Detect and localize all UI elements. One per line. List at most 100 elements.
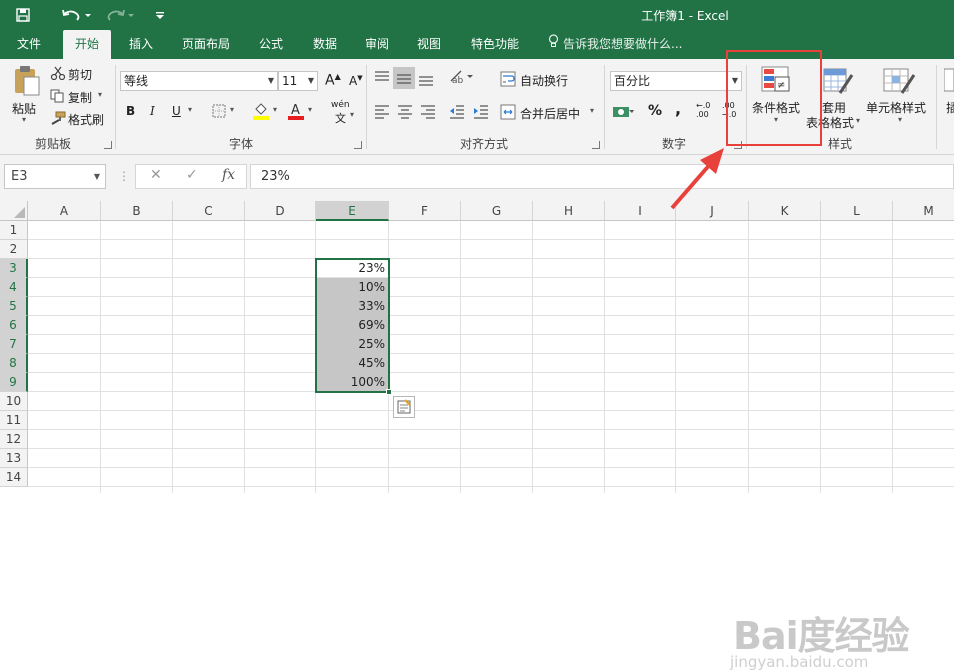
font-size-combo[interactable]: 11 ▼ [278, 71, 318, 91]
cut-button[interactable]: 剪切 [68, 66, 92, 83]
customize-qat-icon[interactable] [150, 6, 170, 24]
phonetic-dropdown-icon[interactable]: ▾ [350, 110, 354, 119]
tell-me-box[interactable]: 告诉我您想要做什么... [548, 30, 682, 59]
column-header[interactable]: D [245, 201, 316, 221]
font-color-dropdown-icon[interactable]: ▾ [308, 105, 312, 114]
percent-style-button[interactable]: % [648, 103, 662, 119]
worksheet-grid[interactable]: A B C D E F G H I J K L M 1 2 3 4 5 6 7 … [0, 201, 954, 671]
wrap-text-button[interactable]: 自动换行 [520, 72, 568, 89]
column-header[interactable]: J [676, 201, 749, 221]
cut-icon[interactable] [50, 66, 66, 83]
alignment-launcher-icon[interactable] [592, 141, 600, 149]
font-launcher-icon[interactable] [354, 141, 362, 149]
align-middle-icon[interactable] [393, 67, 415, 89]
borders-dropdown-icon[interactable]: ▾ [230, 105, 234, 114]
enter-icon[interactable]: ✓ [186, 167, 198, 183]
row-header-selected[interactable]: 3 [0, 259, 28, 278]
tab-insert[interactable]: 插入 [118, 30, 164, 59]
row-header-selected[interactable]: 9 [0, 373, 28, 392]
tab-formulas[interactable]: 公式 [248, 30, 294, 59]
align-right-icon[interactable] [419, 103, 437, 122]
merge-center-button[interactable]: 合并后居中 [520, 105, 580, 122]
row-header-selected[interactable]: 6 [0, 316, 28, 335]
column-header[interactable]: K [749, 201, 821, 221]
phonetic-guide-button[interactable]: wén [331, 100, 350, 110]
font-name-combo[interactable]: 等线 ▼ [120, 71, 278, 91]
undo-icon[interactable] [58, 6, 94, 24]
column-header[interactable]: A [28, 201, 101, 221]
italic-button[interactable]: I [150, 104, 155, 118]
chevron-down-icon[interactable]: ▼ [308, 72, 314, 90]
tab-file[interactable]: 文件 [6, 30, 52, 59]
comma-style-button[interactable]: , [675, 99, 681, 118]
column-header[interactable]: L [821, 201, 893, 221]
column-header[interactable]: M [893, 201, 954, 221]
cell-styles-icon[interactable] [882, 65, 916, 100]
tab-review[interactable]: 审阅 [354, 30, 400, 59]
row-header-selected[interactable]: 5 [0, 297, 28, 316]
quick-analysis-icon[interactable] [393, 396, 415, 418]
shrink-font-button[interactable]: A▼ [349, 74, 363, 88]
row-header[interactable]: 13 [0, 449, 28, 468]
align-left-icon[interactable] [373, 103, 391, 122]
row-header[interactable]: 10 [0, 392, 28, 411]
row-header[interactable]: 1 [0, 221, 28, 240]
underline-dropdown-icon[interactable]: ▾ [188, 105, 192, 114]
number-format-combo[interactable]: 百分比 ▼ [610, 71, 742, 91]
redo-icon[interactable] [104, 6, 138, 24]
paste-dropdown-icon[interactable]: ▾ [22, 115, 26, 124]
cell-styles-button[interactable]: 单元格样式 [866, 99, 926, 116]
tab-special[interactable]: 特色功能 [460, 30, 530, 59]
save-icon[interactable] [12, 6, 34, 24]
accounting-format-icon[interactable] [612, 103, 634, 124]
row-header-selected[interactable]: 4 [0, 278, 28, 297]
row-header[interactable]: 14 [0, 468, 28, 487]
column-header[interactable]: B [101, 201, 173, 221]
format-painter-icon[interactable] [50, 111, 66, 128]
fill-color-dropdown-icon[interactable]: ▾ [273, 105, 277, 114]
align-top-icon[interactable] [373, 69, 391, 88]
column-header[interactable]: H [533, 201, 605, 221]
insert-cells-button[interactable]: 插 [946, 99, 954, 116]
format-painter-button[interactable]: 格式刷 [68, 111, 104, 128]
row-header-selected[interactable]: 7 [0, 335, 28, 354]
insert-function-icon[interactable]: fx [222, 167, 235, 183]
tab-data[interactable]: 数据 [302, 30, 348, 59]
column-header-selected[interactable]: E [316, 201, 389, 221]
tab-page-layout[interactable]: 页面布局 [172, 30, 240, 59]
column-header[interactable]: I [605, 201, 676, 221]
borders-icon[interactable] [212, 104, 226, 121]
copy-dropdown-icon[interactable]: ▾ [98, 90, 102, 99]
paste-icon[interactable] [12, 65, 42, 100]
select-all-corner[interactable] [0, 201, 28, 221]
insert-cells-icon[interactable] [943, 65, 954, 98]
name-box[interactable]: E3 ▼ [4, 164, 106, 189]
row-header[interactable]: 2 [0, 240, 28, 259]
column-header[interactable]: G [461, 201, 533, 221]
increase-decimal-button[interactable]: ←.0 .00 [696, 101, 716, 119]
formula-input[interactable]: 23% [250, 164, 954, 189]
bold-button[interactable]: B [126, 104, 135, 118]
font-color-icon[interactable]: A [287, 101, 305, 124]
row-header[interactable]: 12 [0, 430, 28, 449]
orientation-icon[interactable]: ab [449, 69, 475, 88]
increase-indent-icon[interactable] [472, 103, 490, 122]
row-header[interactable]: 11 [0, 411, 28, 430]
row-header-selected[interactable]: 8 [0, 354, 28, 373]
clipboard-launcher-icon[interactable] [104, 141, 112, 149]
format-table-dropdown-icon[interactable]: ▾ [856, 116, 860, 125]
merge-center-icon[interactable] [500, 104, 516, 123]
cancel-icon[interactable]: ✕ [150, 167, 162, 183]
grow-font-button[interactable]: A▲ [325, 72, 341, 89]
format-as-table-icon[interactable] [822, 65, 854, 100]
align-center-icon[interactable] [396, 103, 414, 122]
column-header[interactable]: C [173, 201, 245, 221]
tab-home[interactable]: 开始 [63, 30, 111, 59]
copy-icon[interactable] [50, 89, 64, 106]
fill-color-icon[interactable] [252, 101, 270, 124]
chevron-down-icon[interactable]: ▼ [268, 72, 274, 90]
merge-dropdown-icon[interactable]: ▾ [590, 106, 594, 115]
wrap-text-icon[interactable] [500, 71, 516, 90]
chevron-down-icon[interactable]: ▼ [94, 165, 100, 188]
copy-button[interactable]: 复制 [68, 89, 92, 106]
